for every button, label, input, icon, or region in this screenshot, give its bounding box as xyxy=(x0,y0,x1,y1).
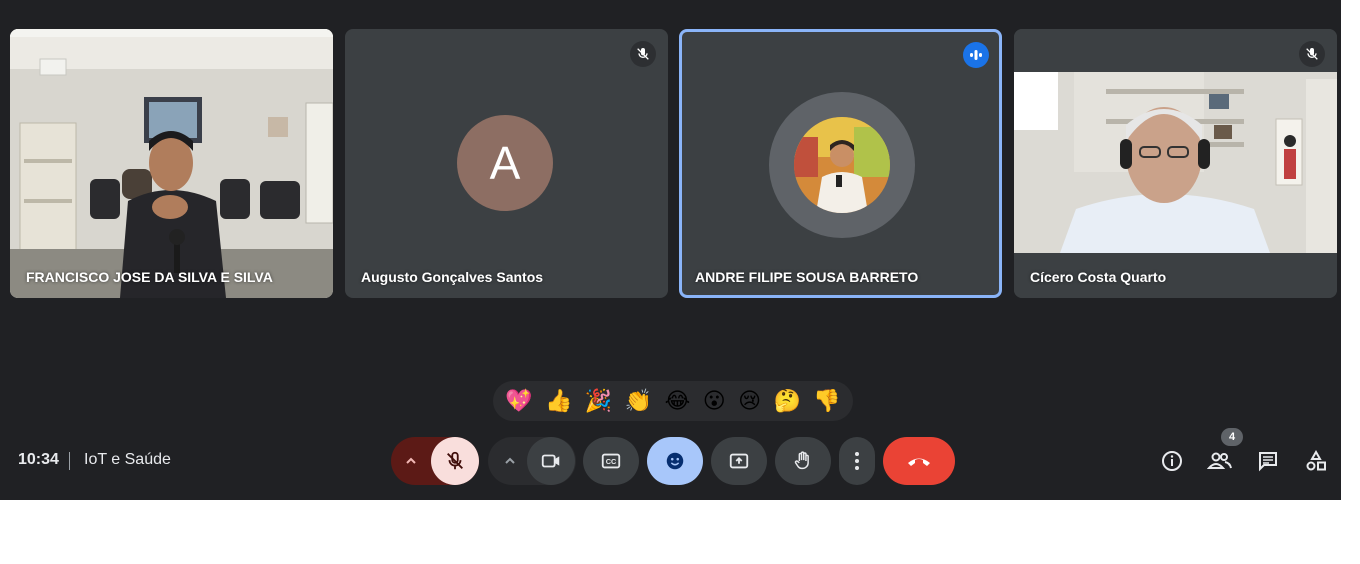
activities-icon xyxy=(1306,449,1326,471)
participant-name: FRANCISCO JOSE DA SILVA E SILVA xyxy=(26,269,273,285)
reaction-surprised[interactable]: 😮 xyxy=(703,390,726,412)
participant-tile-augusto[interactable]: A Augusto Gonçalves Santos xyxy=(345,29,668,298)
more-vertical-icon xyxy=(855,452,859,470)
participant-tile-cicero[interactable]: Cícero Costa Quarto xyxy=(1014,29,1337,298)
reaction-sad[interactable]: 😢 xyxy=(738,390,761,412)
people-button[interactable] xyxy=(1205,446,1235,476)
chevron-up-icon xyxy=(505,457,515,464)
reaction-heart[interactable]: 💖 xyxy=(505,390,532,412)
videocam-icon xyxy=(541,454,560,468)
present-screen-icon xyxy=(729,453,749,469)
participant-video xyxy=(1014,29,1337,298)
camera-button[interactable] xyxy=(527,437,575,485)
speaking-ring xyxy=(769,92,915,238)
mic-off-icon xyxy=(630,41,656,67)
call-end-icon xyxy=(908,458,930,466)
reaction-clap[interactable]: 👏 xyxy=(625,390,652,412)
captions-button[interactable]: CC xyxy=(583,437,639,485)
reactions-button[interactable] xyxy=(647,437,703,485)
meet-window: FRANCISCO JOSE DA SILVA E SILVA A August… xyxy=(0,0,1341,500)
participant-tile-andre[interactable]: ANDRE FILIPE SOUSA BARRETO xyxy=(679,29,1002,298)
people-icon xyxy=(1207,452,1232,469)
info-icon xyxy=(1162,451,1182,471)
reaction-party[interactable]: 🎉 xyxy=(585,390,612,412)
more-options-button[interactable] xyxy=(839,437,875,485)
chevron-up-icon xyxy=(406,457,416,464)
chat-icon xyxy=(1259,452,1277,472)
audio-options-button[interactable] xyxy=(391,454,431,468)
participant-tile-francisco[interactable]: FRANCISCO JOSE DA SILVA E SILVA xyxy=(10,29,333,298)
video-options-button[interactable] xyxy=(488,454,532,468)
participant-name: Augusto Gonçalves Santos xyxy=(361,269,544,285)
people-count-badge: 4 xyxy=(1221,428,1243,446)
svg-text:CC: CC xyxy=(606,457,617,466)
participant-name: ANDRE FILIPE SOUSA BARRETO xyxy=(695,269,919,285)
participant-avatar xyxy=(794,117,890,213)
raise-hand-button[interactable] xyxy=(775,437,831,485)
emoji-icon xyxy=(666,452,684,470)
participant-name: Cícero Costa Quarto xyxy=(1030,269,1167,285)
activities-button[interactable] xyxy=(1301,446,1331,476)
chat-button[interactable] xyxy=(1253,446,1283,476)
reaction-thumbs-up[interactable]: 👍 xyxy=(545,390,572,412)
present-button[interactable] xyxy=(711,437,767,485)
reaction-laugh[interactable]: 😂 xyxy=(665,390,691,412)
participant-video xyxy=(10,29,333,298)
raise-hand-icon xyxy=(794,451,809,470)
leave-call-button[interactable] xyxy=(883,437,955,485)
microphone-button[interactable] xyxy=(431,437,479,485)
divider xyxy=(69,452,70,470)
reactions-bar: 💖 👍 🎉 👏 😂 😮 😢 🤔 👎 xyxy=(493,381,853,421)
audio-level-icon xyxy=(963,42,989,68)
meeting-time: 10:34 xyxy=(18,451,59,468)
meeting-details-button[interactable] xyxy=(1157,446,1187,476)
closed-caption-icon: CC xyxy=(601,453,621,469)
reaction-thinking[interactable]: 🤔 xyxy=(774,390,801,412)
participant-avatar: A xyxy=(457,115,553,211)
mic-off-icon xyxy=(447,451,463,470)
meeting-title: IoT e Saúde xyxy=(84,451,171,468)
mic-off-icon xyxy=(1299,41,1325,67)
reaction-thumbs-down[interactable]: 👎 xyxy=(813,390,840,412)
